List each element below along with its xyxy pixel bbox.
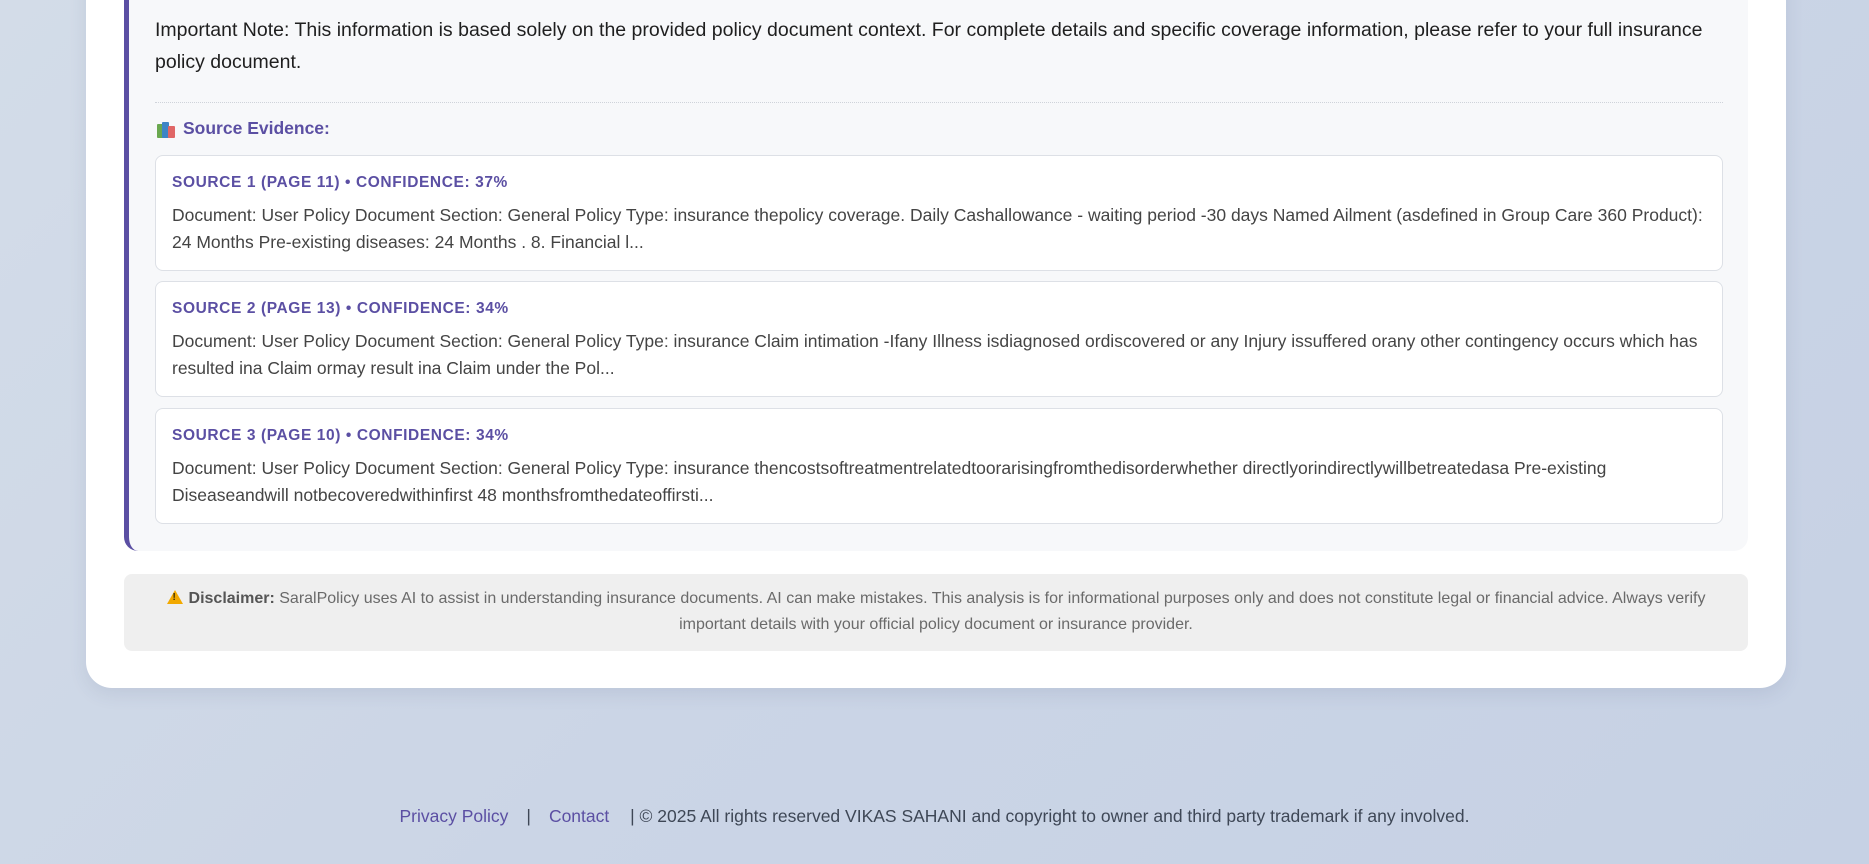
answer-panel: Important Note: This information is base… [124,0,1748,551]
source-title: SOURCE 1 (PAGE 11) • CONFIDENCE: 37% [172,174,508,191]
source-title: SOURCE 2 (PAGE 13) • CONFIDENCE: 34% [172,300,509,317]
privacy-policy-link[interactable]: Privacy Policy [399,806,508,826]
books-icon [157,120,177,138]
disclaimer-box: Disclaimer: SaralPolicy uses AI to assis… [124,574,1748,651]
source-card: SOURCE 2 (PAGE 13) • CONFIDENCE: 34% Doc… [155,281,1723,397]
copyright-text: | © 2025 All rights reserved VIKAS SAHAN… [630,806,1470,826]
results-card: Important Note: This information is base… [86,0,1786,688]
source-card: SOURCE 1 (PAGE 11) • CONFIDENCE: 37% Doc… [155,155,1723,271]
footer-separator: | [526,806,531,826]
source-text: Document: User Policy Document Section: … [172,458,1607,505]
source-text: Document: User Policy Document Section: … [172,205,1703,252]
disclaimer-text: SaralPolicy uses AI to assist in underst… [279,590,1706,633]
disclaimer-label: Disclaimer: [188,590,275,607]
source-evidence-label: Source Evidence: [183,118,330,138]
source-text: Document: User Policy Document Section: … [172,331,1698,378]
source-evidence-heading: Source Evidence: [157,118,330,139]
important-note: Important Note: This information is base… [155,19,1703,73]
warning-icon [166,590,183,604]
contact-link[interactable]: Contact [549,806,609,826]
divider [155,102,1723,103]
footer: Privacy Policy | Contact | © 2025 All righ… [0,806,1869,827]
source-title: SOURCE 3 (PAGE 10) • CONFIDENCE: 34% [172,427,509,444]
source-card: SOURCE 3 (PAGE 10) • CONFIDENCE: 34% Doc… [155,408,1723,524]
